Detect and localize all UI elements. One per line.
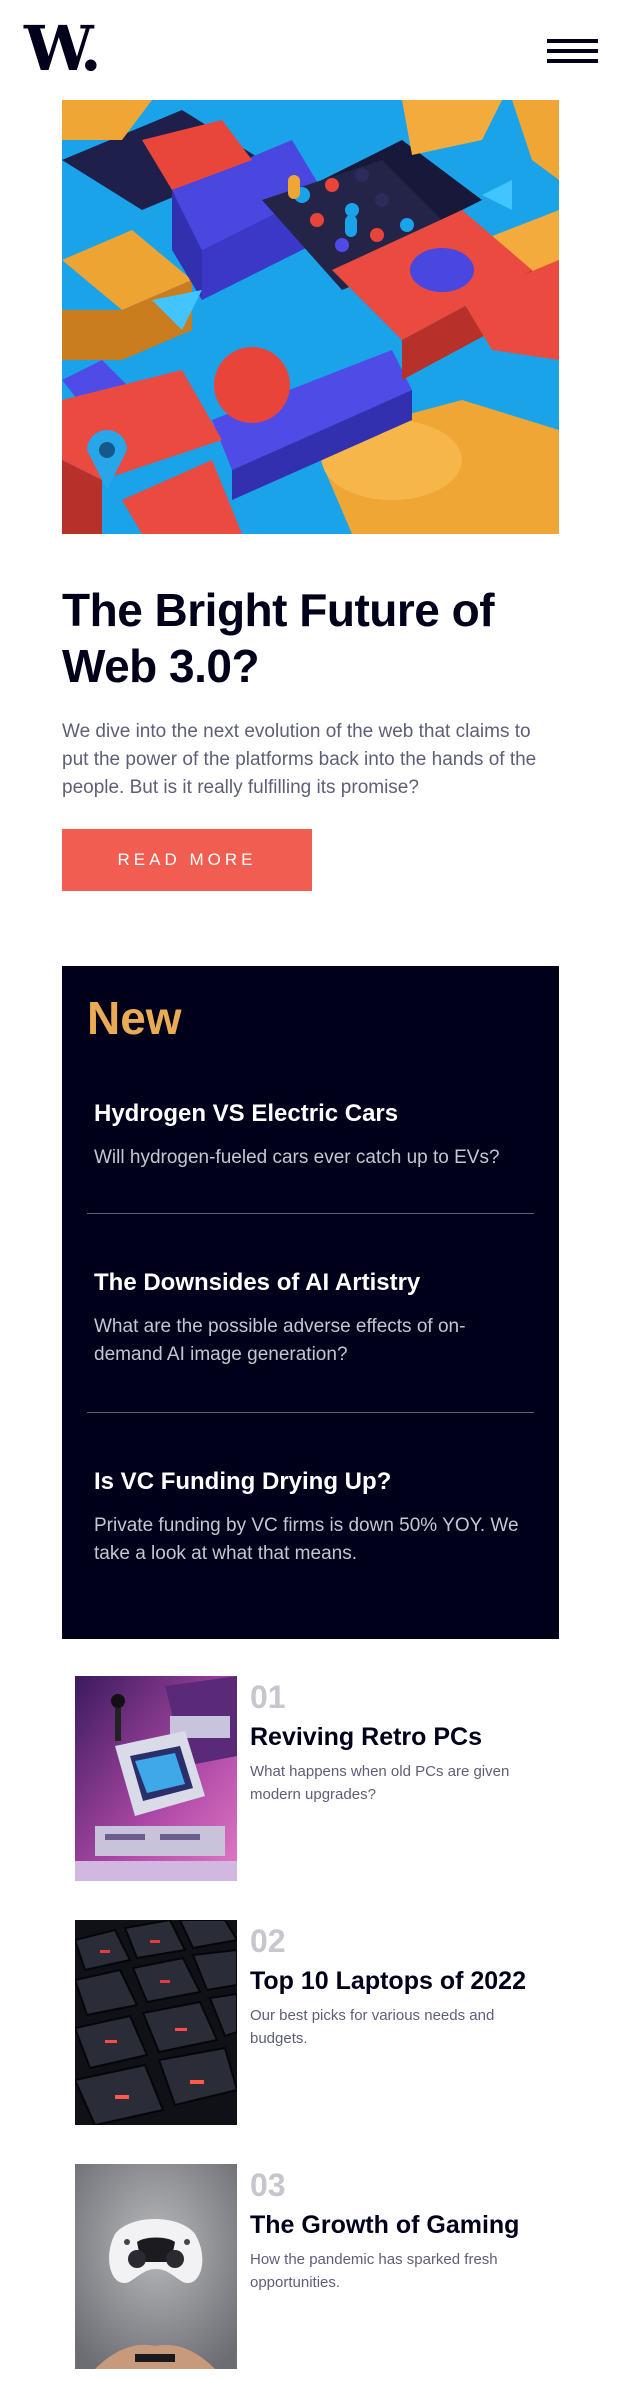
trending-title[interactable]: Top 10 Laptops of 2022	[250, 1965, 526, 1997]
trending-item: 03 The Growth of Gaming How the pandemic…	[75, 2164, 545, 2369]
laptop-keyboard-thumbnail[interactable]	[75, 1920, 237, 2125]
divider	[87, 1412, 534, 1413]
retro-pc-thumbnail[interactable]	[75, 1676, 237, 1881]
new-item-title[interactable]: Hydrogen VS Electric Cars	[94, 1098, 398, 1130]
read-more-button[interactable]: READ MORE	[62, 829, 312, 891]
trending-number: 01	[250, 1679, 286, 1715]
new-articles-panel: New Hydrogen VS Electric Cars Will hydro…	[62, 966, 559, 1639]
trending-description: How the pandemic has sparked fresh oppor…	[250, 2251, 498, 2291]
new-item-title[interactable]: Is VC Funding Drying Up?	[94, 1466, 391, 1498]
new-item-description: Will hydrogen-fueled cars ever catch up …	[94, 1147, 500, 1168]
hero-image	[62, 100, 559, 534]
trending-number: 02	[250, 1923, 286, 1959]
site-header: W.	[0, 0, 621, 100]
hero-title: The Bright Future of Web 3.0?	[62, 584, 495, 692]
divider	[87, 1213, 534, 1214]
new-item-description: What are the possible adverse effects of…	[94, 1316, 466, 1365]
trending-item: 01 Reviving Retro PCs What happens when …	[75, 1676, 545, 1881]
trending-description: Our best picks for various needs and bud…	[250, 2007, 495, 2047]
trending-description: What happens when old PCs are given mode…	[250, 1763, 510, 1803]
logo[interactable]: W.	[24, 18, 102, 80]
trending-title[interactable]: Reviving Retro PCs	[250, 1721, 482, 1753]
hamburger-menu-icon[interactable]	[547, 39, 598, 63]
game-controller-thumbnail[interactable]	[75, 2164, 237, 2369]
trending-title[interactable]: The Growth of Gaming	[250, 2209, 519, 2241]
hero-description: We dive into the next evolution of the w…	[62, 721, 537, 798]
trending-item: 02 Top 10 Laptops of 2022 Our best picks…	[75, 1920, 545, 2125]
new-section-heading: New	[87, 992, 182, 1044]
new-item-title[interactable]: The Downsides of AI Artistry	[94, 1267, 420, 1299]
new-item-description: Private funding by VC firms is down 50% …	[94, 1515, 519, 1564]
trending-number: 03	[250, 2167, 286, 2203]
